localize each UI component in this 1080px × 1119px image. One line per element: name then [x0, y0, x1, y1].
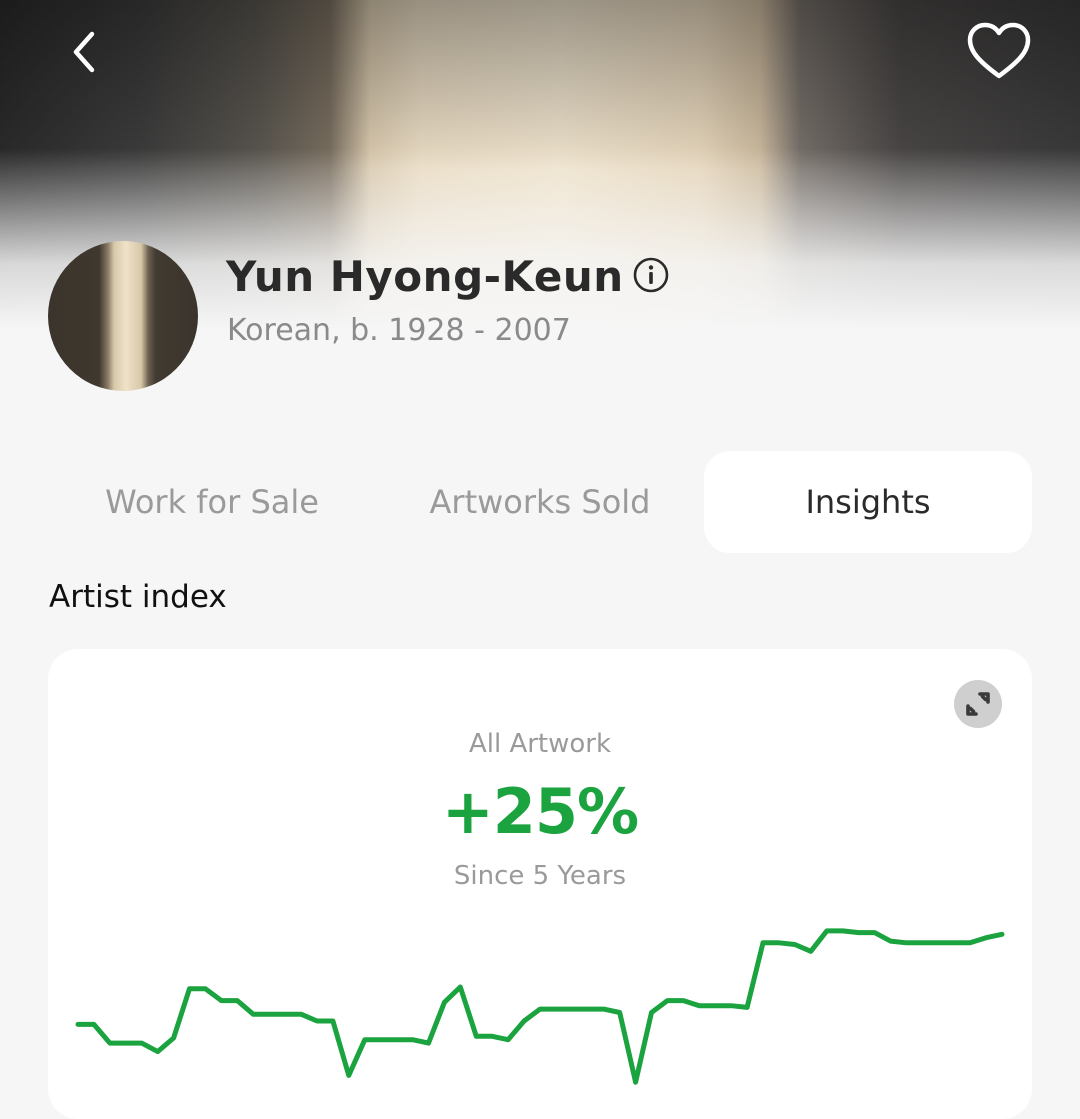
index-series-line-0	[75, 928, 1005, 1085]
tab-bar: Work for Sale Artworks Sold Insights	[48, 451, 1032, 553]
tab-work-for-sale[interactable]: Work for Sale	[48, 451, 376, 553]
heart-outline-icon	[967, 22, 1031, 79]
artist-avatar	[48, 241, 198, 391]
back-button[interactable]	[52, 20, 116, 84]
artist-index-chart	[75, 928, 1005, 1085]
artist-nationality-dates: Korean, b. 1928 - 2007	[227, 313, 571, 348]
cover-shade	[0, 0, 1080, 170]
artist-name: Yun Hyong-Keun	[226, 252, 624, 301]
tab-insights[interactable]: Insights	[704, 451, 1032, 553]
tab-artworks-sold[interactable]: Artworks Sold	[376, 451, 704, 553]
info-circle-icon[interactable]	[632, 256, 670, 294]
section-title: Artist index	[49, 579, 227, 615]
chevron-left-icon	[73, 31, 95, 73]
artist-index-card: All Artwork +25% Since 5 Years	[48, 649, 1032, 1119]
favorite-button[interactable]	[962, 14, 1036, 88]
